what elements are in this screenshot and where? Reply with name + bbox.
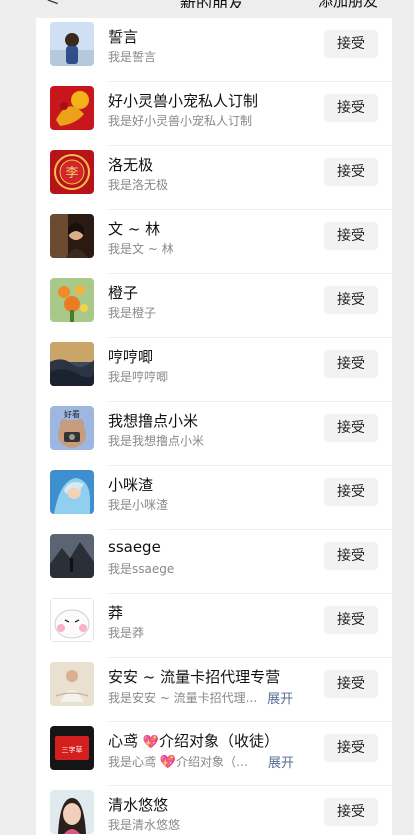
friend-name: 清水悠悠 [108, 796, 169, 814]
friend-request-list: 誓言 我是誓言 接受 好小灵兽小宠私人订制 我是好小灵兽小宠私人订制 接受 李 … [36, 18, 392, 835]
request-message: 我是哼哼唧 [108, 370, 169, 384]
list-item[interactable]: 好看 我想撸点小米 我是我想撸点小米 接受 [36, 402, 392, 466]
request-message: 我是小咪渣 [108, 498, 169, 512]
friend-name: 誓言 [108, 28, 139, 46]
friend-name: 小咪渣 [108, 476, 154, 494]
list-item[interactable]: 小咪渣 我是小咪渣 接受 [36, 466, 392, 530]
accept-button[interactable]: 接受 [324, 670, 378, 698]
accept-button[interactable]: 接受 [324, 734, 378, 762]
list-item[interactable]: 哼哼唧 我是哼哼唧 接受 [36, 338, 392, 402]
avatar: 好看 [50, 406, 94, 450]
request-message: 我是橙子 [108, 306, 157, 320]
friend-name: 心鸢 💖介绍对象（收徒） [108, 732, 279, 750]
request-message: 我是誓言 [108, 50, 157, 64]
accept-button[interactable]: 接受 [324, 158, 378, 186]
accept-button[interactable]: 接受 [324, 350, 378, 378]
expand-link[interactable]: 展开 [267, 688, 293, 707]
avatar [50, 214, 94, 258]
accept-button[interactable]: 接受 [324, 542, 378, 570]
heart-emoji-icon: 💖 [142, 735, 159, 750]
avatar: 三字草 [50, 726, 94, 770]
friend-name: 莽 [108, 604, 124, 622]
svg-text:李: 李 [65, 166, 78, 181]
list-item[interactable]: 李 洛无极 我是洛无极 接受 [36, 146, 392, 210]
chevron-left-icon[interactable]: < [46, 0, 59, 8]
list-item[interactable]: 三字草 心鸢 💖介绍对象（收徒） 我是心鸢 💖介绍对象（收... 展开 接受 [36, 722, 392, 786]
request-message: 我是洛无极 [108, 178, 169, 192]
list-item[interactable]: ssaege 我是ssaege 接受 [36, 530, 392, 594]
list-item[interactable]: 清水悠悠 我是清水悠悠 接受 [36, 786, 392, 835]
friend-name: ssaege [108, 538, 161, 556]
request-message: 我是好小灵兽小宠私人订制 [108, 114, 253, 128]
avatar [50, 470, 94, 514]
accept-button[interactable]: 接受 [324, 478, 378, 506]
new-friends-page: < 新的朋友 添加朋友 誓言 我是誓言 接受 好小灵兽小宠私人订制 我是好小灵兽… [0, 0, 414, 835]
avatar [50, 662, 94, 706]
list-item[interactable]: 莽 我是莽 接受 [36, 594, 392, 658]
top-bar: < 新的朋友 添加朋友 [0, 0, 414, 8]
page-title: 新的朋友 [180, 0, 244, 8]
avatar [50, 86, 94, 130]
avatar [50, 790, 94, 834]
friend-name: 哼哼唧 [108, 348, 154, 366]
friend-name: 橙子 [108, 284, 139, 302]
svg-text:好看: 好看 [64, 409, 80, 419]
request-message: 我是安安 ~ 流量卡招代理... [108, 691, 258, 705]
avatar [50, 598, 94, 642]
list-item[interactable]: 好小灵兽小宠私人订制 我是好小灵兽小宠私人订制 接受 [36, 82, 392, 146]
avatar [50, 534, 94, 578]
list-item[interactable]: 誓言 我是誓言 接受 [36, 18, 392, 82]
accept-button[interactable]: 接受 [324, 222, 378, 250]
expand-link[interactable]: 展开 [268, 752, 294, 771]
request-message: 我是清水悠悠 [108, 818, 181, 832]
request-message: 我是ssaege [108, 562, 175, 576]
list-item[interactable]: 安安 ~ 流量卡招代理专营 我是安安 ~ 流量卡招代理... 展开 接受 [36, 658, 392, 722]
svg-text:三字草: 三字草 [62, 745, 83, 754]
accept-button[interactable]: 接受 [324, 414, 378, 442]
friend-name: 好小灵兽小宠私人订制 [108, 92, 259, 110]
avatar [50, 22, 94, 66]
accept-button[interactable]: 接受 [324, 606, 378, 634]
friend-name: 我想撸点小米 [108, 412, 199, 430]
list-item[interactable]: 橙子 我是橙子 接受 [36, 274, 392, 338]
avatar [50, 278, 94, 322]
friend-name: 洛无极 [108, 156, 154, 174]
accept-button[interactable]: 接受 [324, 94, 378, 122]
accept-button[interactable]: 接受 [324, 798, 378, 826]
friend-name: 文 ~ 林 [108, 220, 161, 238]
heart-emoji-icon: 💖 [159, 755, 177, 770]
request-message: 我是心鸢 💖介绍对象（收... [108, 755, 258, 770]
request-message: 我是莽 [108, 626, 145, 640]
request-message: 我是我想撸点小米 [108, 434, 205, 448]
add-friend-link[interactable]: 添加朋友 [318, 0, 378, 8]
friend-name: 安安 ~ 流量卡招代理专营 [108, 668, 281, 686]
accept-button[interactable]: 接受 [324, 286, 378, 314]
avatar: 李 [50, 150, 94, 194]
list-item[interactable]: 文 ~ 林 我是文 ~ 林 接受 [36, 210, 392, 274]
avatar [50, 342, 94, 386]
accept-button[interactable]: 接受 [324, 30, 378, 58]
request-message: 我是文 ~ 林 [108, 242, 174, 256]
